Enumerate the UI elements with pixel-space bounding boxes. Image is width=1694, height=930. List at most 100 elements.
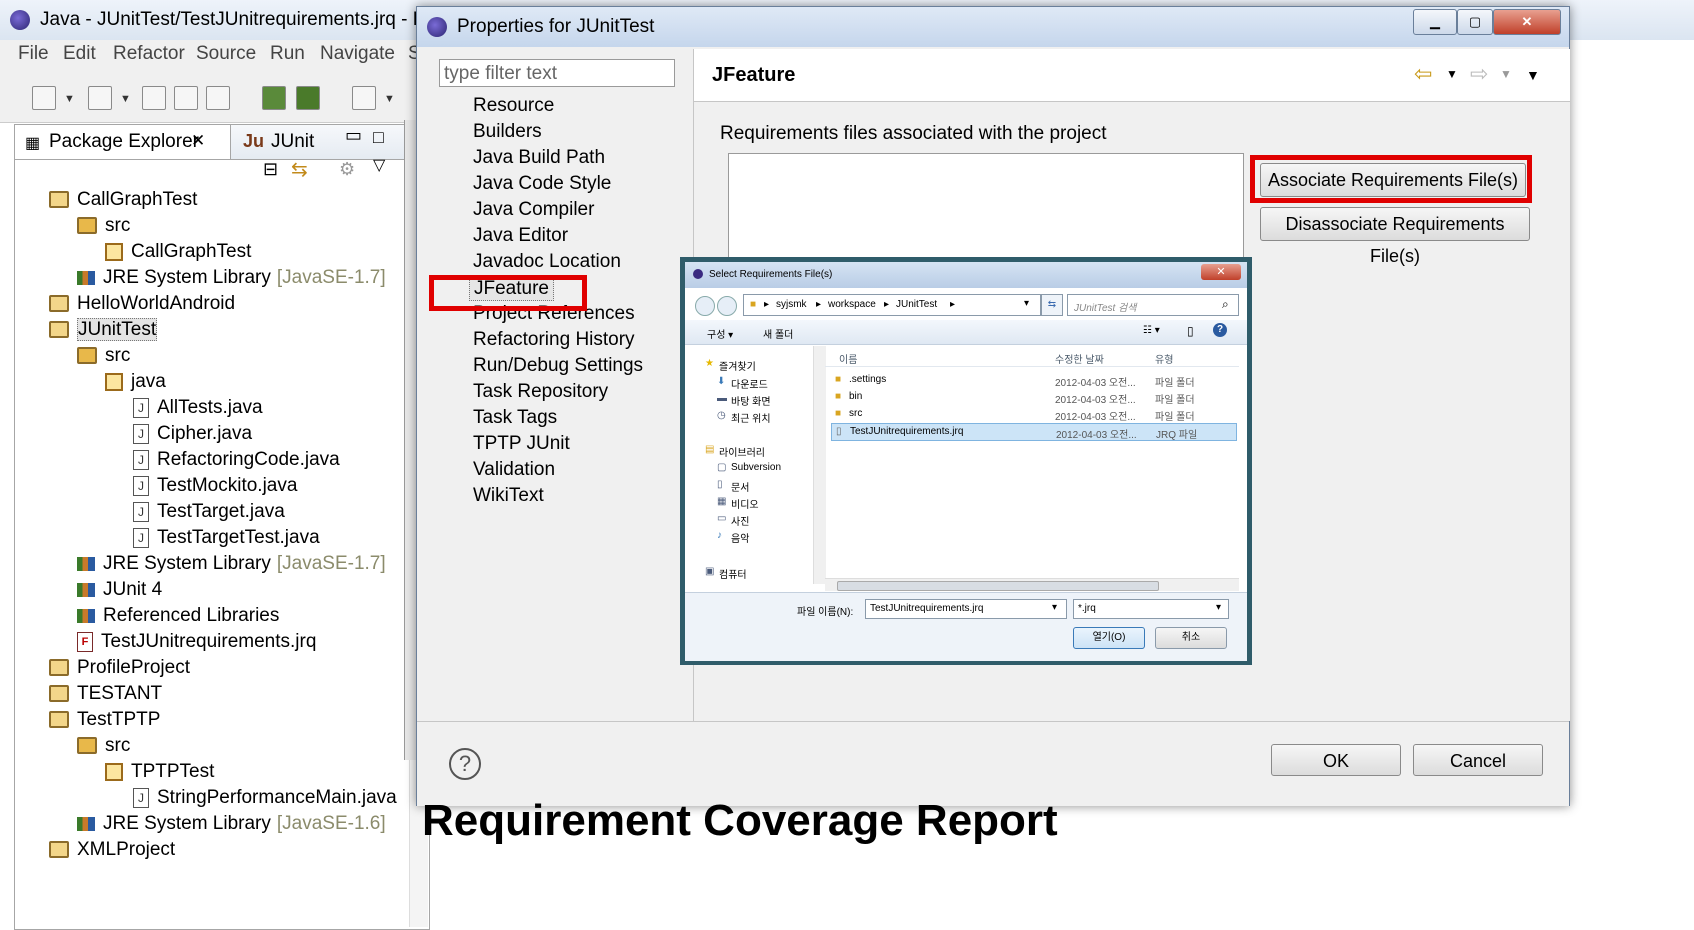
- tree-item[interactable]: J TestTargetTest.java: [133, 527, 320, 549]
- tree-item[interactable]: CallGraphTest: [105, 241, 251, 263]
- back-dropdown-icon[interactable]: ▼: [1446, 67, 1458, 81]
- menu-file[interactable]: File: [18, 43, 49, 65]
- nav-item[interactable]: Task Repository: [473, 381, 608, 403]
- sidebar-item[interactable]: Subversion: [731, 462, 781, 473]
- chevron-down-icon[interactable]: ▾: [1024, 298, 1029, 309]
- back-icon[interactable]: [695, 296, 715, 316]
- tree-item[interactable]: src: [77, 215, 130, 237]
- sidebar-item[interactable]: 라이브러리: [719, 444, 765, 459]
- tree-item[interactable]: J TestMockito.java: [133, 475, 297, 497]
- filename-input[interactable]: TestJUnitrequirements.jrq ▾: [865, 599, 1067, 619]
- filter-input[interactable]: type filter text: [439, 59, 675, 87]
- new-project-icon[interactable]: [88, 86, 112, 110]
- nav-item[interactable]: TPTP JUnit: [473, 433, 570, 455]
- tree-item[interactable]: J TestTarget.java: [133, 501, 285, 523]
- nav-item[interactable]: Task Tags: [473, 407, 557, 429]
- preview-pane-icon[interactable]: ▯: [1187, 324, 1194, 338]
- help-icon[interactable]: ?: [449, 748, 481, 780]
- tree-item[interactable]: JRE System Library [JavaSE-1.7]: [77, 267, 386, 289]
- refresh-icon[interactable]: ⇆: [1041, 294, 1063, 316]
- tree-item[interactable]: JUnit 4: [77, 579, 162, 601]
- run-icon[interactable]: [262, 86, 286, 110]
- ok-button[interactable]: OK: [1271, 744, 1401, 776]
- tree-item[interactable]: CallGraphTest: [49, 189, 197, 211]
- sidebar-item[interactable]: 컴퓨터: [719, 566, 747, 581]
- menu-run[interactable]: Run: [270, 43, 305, 65]
- search-icon[interactable]: ⌕: [1222, 297, 1229, 312]
- tree-item[interactable]: HelloWorldAndroid: [49, 293, 235, 315]
- tab-junit[interactable]: JUnit: [271, 131, 314, 153]
- sidebar-item[interactable]: 비디오: [731, 496, 759, 511]
- minimize-button[interactable]: ▁: [1413, 9, 1457, 35]
- file-row[interactable]: ■ bin 2012-04-03 오전... 파일 폴더: [831, 389, 1235, 406]
- nav-item[interactable]: Refactoring History: [473, 329, 635, 351]
- requirements-file-list[interactable]: [728, 153, 1244, 265]
- forward-arrow-icon[interactable]: ⇨: [1470, 61, 1488, 87]
- nav-item[interactable]: Java Build Path: [473, 147, 605, 169]
- new-folder-button[interactable]: 새 폴더: [763, 326, 793, 341]
- close-button[interactable]: ✕: [1201, 264, 1241, 280]
- tree-item[interactable]: TestTPTP: [49, 709, 160, 731]
- sidebar-item[interactable]: 문서: [731, 479, 749, 494]
- menu-source[interactable]: Source: [196, 43, 256, 65]
- close-icon[interactable]: ✕: [191, 131, 205, 151]
- nav-scrollbar[interactable]: [813, 346, 826, 584]
- sidebar-item[interactable]: 최근 위치: [731, 410, 771, 425]
- disassociate-requirements-button[interactable]: Disassociate Requirements File(s): [1260, 207, 1530, 266]
- file-row[interactable]: ■ .settings 2012-04-03 오전... 파일 폴더: [831, 372, 1235, 389]
- forward-icon[interactable]: [717, 296, 737, 316]
- nav-item[interactable]: Java Code Style: [473, 173, 611, 195]
- open-button[interactable]: 열기(O): [1073, 627, 1145, 649]
- tree-item[interactable]: JRE System Library [JavaSE-1.6]: [77, 813, 386, 835]
- nav-item[interactable]: Java Editor: [473, 225, 568, 247]
- tree-item[interactable]: J StringPerformanceMain.java: [133, 787, 397, 809]
- back-arrow-icon[interactable]: ⇦: [1414, 61, 1432, 87]
- tree-item[interactable]: java: [105, 371, 166, 393]
- link-with-editor-icon[interactable]: ⇆: [291, 157, 308, 182]
- chevron-down-icon[interactable]: ▾: [1052, 602, 1057, 613]
- view-options-icon[interactable]: ☷ ▾: [1143, 325, 1160, 336]
- tree-item[interactable]: TESTANT: [49, 683, 162, 705]
- debug-icon[interactable]: [296, 86, 320, 110]
- nav-item[interactable]: Validation: [473, 459, 555, 481]
- nav-item[interactable]: Javadoc Location: [473, 251, 621, 273]
- menu-edit[interactable]: Edit: [63, 43, 96, 65]
- file-row[interactable]: ▯ TestJUnitrequirements.jrq 2012-04-03 오전.…: [831, 423, 1237, 441]
- maximize-button[interactable]: ▢: [1457, 9, 1493, 35]
- search-field[interactable]: JUnitTest 검색 ⌕: [1067, 294, 1239, 316]
- chevron-down-icon[interactable]: ▾: [1216, 602, 1221, 613]
- forward-dropdown-icon[interactable]: ▼: [1500, 67, 1512, 81]
- tree-item[interactable]: src: [77, 735, 130, 757]
- save-all-icon[interactable]: [174, 86, 198, 110]
- view-menu-icon[interactable]: ▼: [1526, 67, 1540, 83]
- tree-item[interactable]: JUnitTest: [49, 318, 158, 341]
- view-menu-icon[interactable]: ▽: [373, 155, 385, 175]
- menu-navigate[interactable]: Navigate: [320, 43, 395, 65]
- sidebar-item[interactable]: 사진: [731, 513, 749, 528]
- path-syjsmk[interactable]: syjsmk: [776, 299, 807, 310]
- column-date[interactable]: 수정한 날짜: [1055, 351, 1104, 366]
- tree-item[interactable]: J Cipher.java: [133, 423, 252, 445]
- sidebar-item[interactable]: 다운로드: [731, 376, 768, 391]
- minimize-icon[interactable]: ▭: [345, 125, 362, 146]
- file-type-select[interactable]: *.jrq ▾: [1073, 599, 1229, 619]
- checkbox-icon[interactable]: [352, 86, 376, 110]
- tree-item[interactable]: J RefactoringCode.java: [133, 449, 340, 471]
- collapse-all-icon[interactable]: ⊟: [263, 159, 278, 180]
- path-workspace[interactable]: workspace: [828, 299, 876, 310]
- nav-item[interactable]: Run/Debug Settings: [473, 355, 643, 377]
- save-icon[interactable]: [142, 86, 166, 110]
- cancel-button[interactable]: Cancel: [1413, 744, 1543, 776]
- new-icon[interactable]: [32, 86, 56, 110]
- filter-icon[interactable]: ⚙: [339, 159, 355, 180]
- tree-item[interactable]: J AllTests.java: [133, 397, 263, 419]
- tree-item[interactable]: XMLProject: [49, 839, 175, 861]
- nav-item[interactable]: Resource: [473, 95, 554, 117]
- print-icon[interactable]: [206, 86, 230, 110]
- tab-package-explorer[interactable]: ▦ Package Explorer ✕: [15, 125, 231, 159]
- organize-menu[interactable]: 구성 ▾: [707, 326, 733, 341]
- nav-item[interactable]: Builders: [473, 121, 542, 143]
- tree-item[interactable]: src: [77, 345, 130, 367]
- tree-item[interactable]: JRE System Library [JavaSE-1.7]: [77, 553, 386, 575]
- nav-item[interactable]: Java Compiler: [473, 199, 594, 221]
